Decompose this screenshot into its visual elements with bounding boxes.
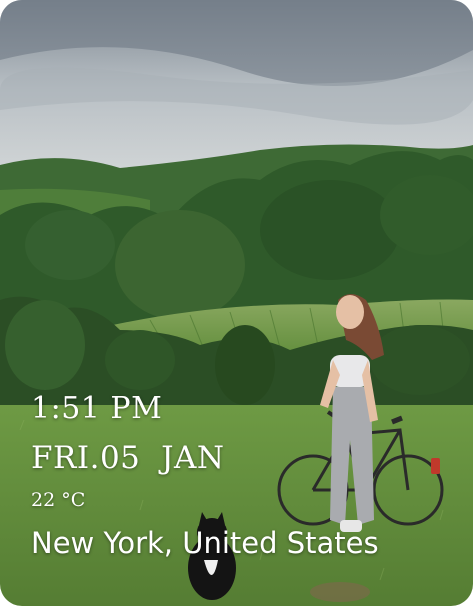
clock-weather-widget[interactable]: 1:51 PM FRI.05 JAN 22 °C New York, Unite… — [0, 0, 473, 606]
time-display: 1:51 PM — [31, 391, 163, 426]
temperature-display: 22 °C — [31, 489, 86, 511]
background-photo — [0, 0, 473, 606]
date-display: FRI.05 JAN — [31, 440, 225, 476]
location-display: New York, United States — [31, 526, 379, 560]
